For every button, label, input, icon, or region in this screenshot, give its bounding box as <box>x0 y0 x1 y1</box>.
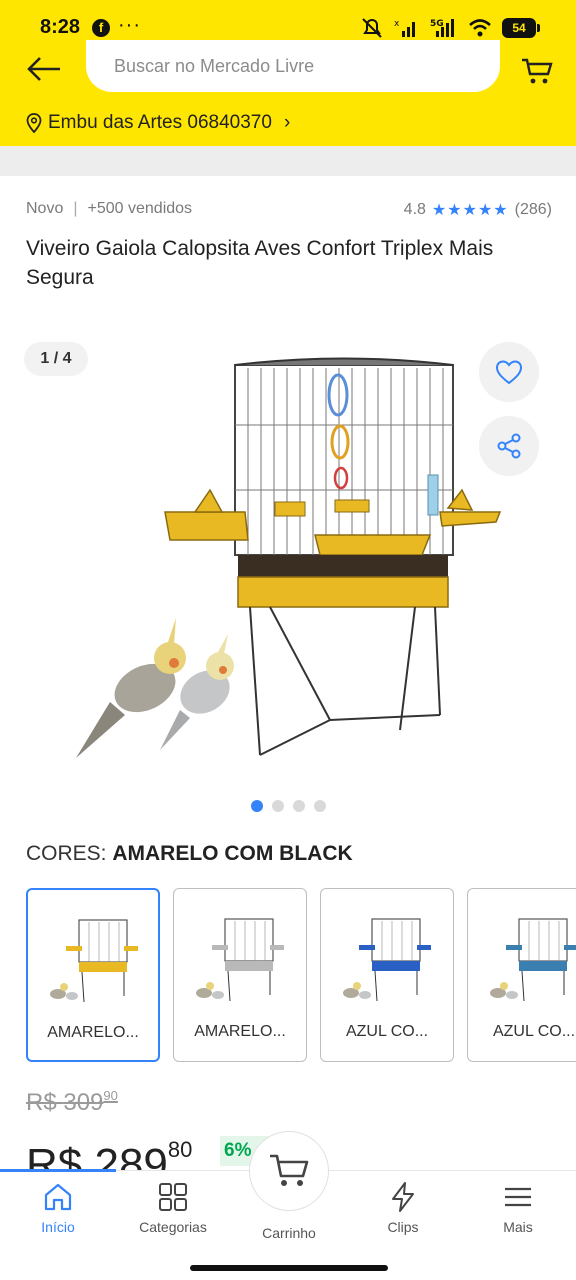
mute-icon <box>362 18 382 38</box>
svg-text:x: x <box>394 19 400 29</box>
location-pin-icon <box>26 113 42 133</box>
nav-clips-label: Clips <box>387 1219 419 1235</box>
pagination-dot[interactable] <box>271 800 284 812</box>
nav-categories[interactable]: Categorias <box>123 1181 223 1235</box>
variant-thumbnail <box>490 918 576 1002</box>
product-image[interactable] <box>70 330 510 770</box>
grid-icon <box>159 1183 187 1211</box>
nav-clips[interactable]: Clips <box>353 1181 453 1235</box>
product-gallery[interactable]: 1 / 4 <box>0 330 576 800</box>
variant-label: AZUL CO... <box>492 1023 576 1040</box>
nav-cart-label: Carrinho <box>262 1225 316 1241</box>
rating-value: 4.8 <box>403 201 426 218</box>
condition-label: Novo <box>26 200 64 217</box>
search-placeholder: Buscar no Mercado Livre <box>114 56 315 76</box>
color-variant-card[interactable]: AMARELO... <box>26 888 160 1062</box>
chevron-right-icon: › <box>283 112 291 133</box>
share-button[interactable] <box>479 416 539 476</box>
home-icon <box>44 1183 72 1211</box>
nav-cart-button[interactable] <box>249 1131 329 1211</box>
share-icon <box>497 433 521 459</box>
location-text: Embu das Artes 06840370 <box>48 112 272 133</box>
home-indicator[interactable] <box>190 1265 388 1271</box>
cart-icon <box>270 1154 309 1186</box>
variant-thumbnail <box>343 918 431 1002</box>
pagination-dot[interactable] <box>250 800 263 812</box>
gallery-pagination[interactable] <box>0 800 576 812</box>
old-price-cents: 90 <box>103 1088 118 1103</box>
price-cents: 80 <box>167 1137 193 1162</box>
old-price-integer: 309 <box>63 1089 104 1116</box>
status-icons: x 5G 54 <box>360 16 540 40</box>
variant-thumbnail <box>196 918 284 1002</box>
nav-categories-label: Categorias <box>139 1219 207 1235</box>
search-input[interactable]: Buscar no Mercado Livre <box>86 40 500 92</box>
product-meta: Novo | +500 vendidos <box>26 200 192 218</box>
signal-5g-icon: 5G <box>430 19 454 37</box>
sold-count: +500 vendidos <box>87 200 193 217</box>
wifi-icon <box>469 19 491 37</box>
delivery-location[interactable]: Embu das Artes 06840370 › <box>26 112 290 134</box>
star-rating-icon: ★★★★★ <box>431 202 509 219</box>
status-time: 8:28 <box>40 16 81 38</box>
rating-summary[interactable]: 4.8 ★★★★★ (286) <box>404 200 552 220</box>
section-divider <box>0 146 576 176</box>
color-selector-label: CORES: AMARELO COM BLACK <box>26 842 353 866</box>
cart-icon[interactable] <box>520 56 554 86</box>
more-notifications-icon: ··· <box>118 14 141 36</box>
variant-label: AMARELO... <box>47 1024 139 1041</box>
bottom-navigation: Início Categorias Carrinho Clips Mais <box>0 1131 576 1280</box>
battery-icon: 54 <box>502 18 540 38</box>
facebook-notification-icon: f <box>92 19 110 37</box>
menu-icon <box>505 1187 531 1207</box>
variant-thumbnail <box>50 919 138 1003</box>
variant-label: AMARELO... <box>194 1023 286 1040</box>
product-title: Viveiro Gaiola Calopsita Aves Confort Tr… <box>26 237 494 289</box>
selected-color: AMARELO COM BLACK <box>112 842 353 865</box>
signal-x-icon: x <box>394 19 415 37</box>
back-arrow-icon[interactable] <box>26 56 62 82</box>
pagination-dot[interactable] <box>292 800 305 812</box>
nav-more[interactable]: Mais <box>468 1181 568 1235</box>
pagination-dot[interactable] <box>313 800 326 812</box>
color-variants: AMARELO... AMARELO... AZUL CO... AZUL CO... <box>26 888 576 1062</box>
bolt-icon <box>392 1182 414 1212</box>
active-tab-indicator <box>0 1169 116 1172</box>
nav-home[interactable]: Início <box>8 1181 108 1235</box>
favorite-button[interactable] <box>479 342 539 402</box>
color-label-prefix: CORES: <box>26 842 113 865</box>
review-count: (286) <box>514 201 552 218</box>
nav-home-label: Início <box>41 1219 75 1235</box>
old-price-currency: R$ <box>26 1089 64 1116</box>
variant-label: AZUL CO... <box>345 1023 429 1040</box>
nav-more-label: Mais <box>503 1219 533 1235</box>
app-header: 8:28 f ··· x 5G 54 Buscar no Mercado Liv… <box>0 0 576 146</box>
color-variant-card[interactable]: AMARELO... <box>173 888 307 1062</box>
color-variant-card[interactable]: AZUL CO... <box>320 888 454 1062</box>
original-price: R$ 30990 <box>26 1088 118 1117</box>
heart-icon <box>495 360 523 385</box>
color-variant-card[interactable]: AZUL CO... <box>467 888 576 1062</box>
meta-separator: | <box>73 200 78 217</box>
